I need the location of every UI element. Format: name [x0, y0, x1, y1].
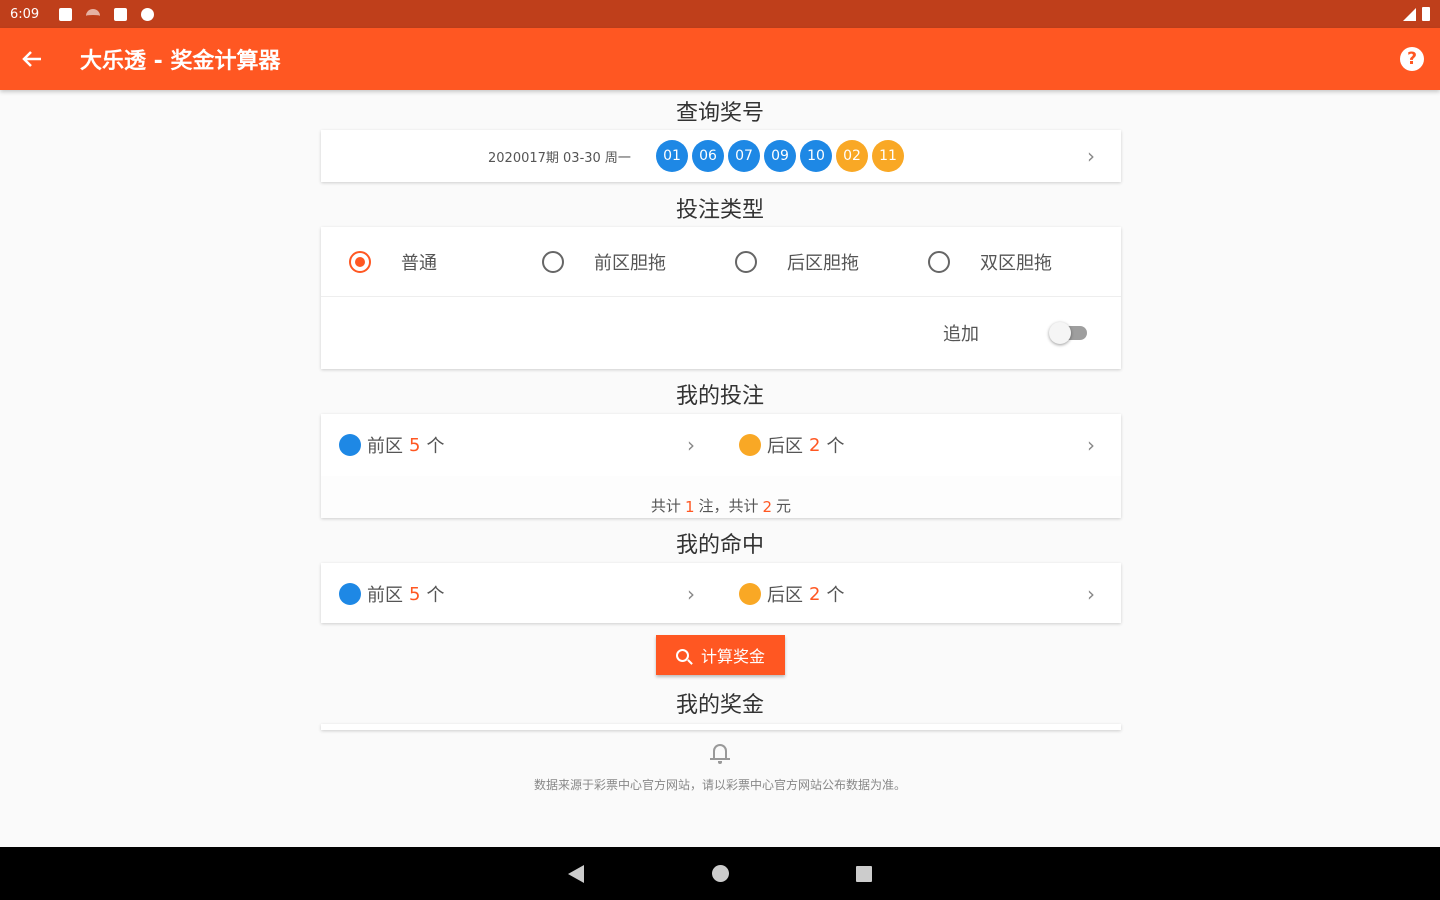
status-bar: 6:09 [0, 0, 1440, 28]
zone-unit: 个 [826, 585, 845, 606]
help-icon[interactable]: ? [1400, 47, 1424, 71]
zone-count: 2 [809, 434, 821, 456]
zone-label: 后区 [767, 585, 803, 606]
front-zone-dot-icon [339, 434, 361, 456]
bet-total-summary: 共计 1 注，共计 2 元 [321, 476, 1121, 518]
my-prize-card [321, 724, 1121, 730]
radio-unchecked-icon[interactable] [735, 250, 757, 273]
chevron-right-icon: › [687, 433, 695, 457]
status-time: 6:09 [10, 6, 40, 22]
total-mid: 注，共计 [698, 497, 759, 515]
back-zone-dot-icon [739, 434, 761, 456]
draw-result-card[interactable]: 2020017期 03-30 周一 01 06 07 09 10 02 11 › [321, 130, 1121, 182]
my-bet-zone-row: 前区 5 个 › 后区 2 个 › [321, 414, 1121, 476]
bet-type-radio-group: 普通 前区胆拖 后区胆拖 双区胆拖 [321, 227, 1121, 297]
my-hit-back-zone[interactable]: 后区 2 个 › [721, 563, 1121, 625]
chevron-right-icon: › [1087, 433, 1095, 457]
draw-balls: 01 06 07 09 10 02 11 [656, 140, 904, 172]
app-bar: 大乐透 - 奖金计算器 ? [0, 28, 1440, 90]
radio-checked-icon[interactable] [349, 250, 371, 273]
zone-count: 5 [409, 583, 421, 605]
zone-label: 后区 [767, 436, 803, 457]
back-arrow-icon[interactable] [0, 28, 64, 90]
zone-label: 前区 [367, 585, 403, 606]
my-hit-card: 前区 5 个 › 后区 2 个 › [321, 563, 1121, 623]
radio-label: 前区胆拖 [594, 252, 666, 274]
total-bets: 1 [684, 498, 695, 516]
total-amount: 2 [762, 498, 773, 516]
notification-icon [59, 7, 73, 21]
my-hit-zone-row: 前区 5 个 › 后区 2 个 › [321, 563, 1121, 625]
addon-label: 追加 [943, 324, 979, 345]
addon-toggle[interactable] [1049, 321, 1089, 345]
nav-recents-button[interactable] [792, 847, 936, 900]
radio-option-back-banker[interactable]: 后区胆拖 [735, 249, 928, 275]
total-suffix: 元 [776, 497, 792, 515]
front-ball: 01 [656, 140, 688, 172]
sd-card-icon [114, 7, 128, 21]
my-hit-front-zone[interactable]: 前区 5 个 › [321, 563, 721, 625]
front-ball: 07 [728, 140, 760, 172]
radio-option-front-banker[interactable]: 前区胆拖 [542, 249, 735, 275]
bell-icon [710, 742, 730, 764]
chevron-right-icon: › [687, 582, 695, 606]
calculate-prize-label: 计算奖金 [700, 647, 765, 666]
zone-label: 前区 [367, 436, 403, 457]
nav-recents-icon [856, 865, 872, 882]
nav-home-icon [711, 865, 729, 882]
app-notification-icon [141, 7, 155, 21]
section-title-my-bet: 我的投注 [675, 384, 764, 409]
radio-label: 后区胆拖 [787, 252, 859, 274]
page-title: 大乐透 - 奖金计算器 [80, 49, 281, 74]
radio-option-normal[interactable]: 普通 [349, 249, 542, 275]
back-ball: 11 [872, 140, 904, 172]
back-ball: 02 [836, 140, 868, 172]
wifi-icon [86, 9, 101, 19]
disclaimer-text: 数据来源于彩票中心官方网站，请以彩票中心官方网站公布数据为准。 [533, 778, 906, 792]
draw-info: 2020017期 03-30 周一 [488, 150, 631, 166]
my-bet-card: 前区 5 个 › 后区 2 个 › 共计 1 注，共计 2 元 [321, 414, 1121, 518]
my-bet-front-zone[interactable]: 前区 5 个 › [321, 414, 721, 476]
nav-home-button[interactable] [648, 847, 792, 900]
zone-count: 2 [809, 583, 821, 605]
radio-label: 双区胆拖 [980, 252, 1052, 274]
calculate-prize-button[interactable]: 计算奖金 [656, 635, 785, 675]
zone-unit: 个 [426, 436, 445, 457]
bell-base [710, 758, 730, 760]
addon-row: 追加 [321, 297, 1121, 369]
nav-back-button[interactable] [504, 847, 648, 900]
front-zone-dot-icon [339, 583, 361, 605]
system-nav-bar [0, 847, 1440, 900]
radio-label: 普通 [401, 252, 437, 274]
back-zone-dot-icon [739, 583, 761, 605]
radio-option-dual-banker[interactable]: 双区胆拖 [928, 249, 1121, 275]
my-bet-back-zone[interactable]: 后区 2 个 › [721, 414, 1121, 476]
total-prefix: 共计 [650, 497, 681, 515]
front-ball: 10 [800, 140, 832, 172]
section-title-query: 查询奖号 [675, 101, 764, 126]
front-ball: 09 [764, 140, 796, 172]
battery-icon [1422, 7, 1430, 21]
toggle-thumb [1049, 322, 1071, 344]
section-title-my-prize: 我的奖金 [675, 693, 764, 718]
signal-icon [1403, 7, 1416, 21]
radio-unchecked-icon[interactable] [542, 250, 564, 273]
section-title-my-hit: 我的命中 [675, 533, 764, 558]
chevron-right-icon: › [1087, 582, 1095, 606]
zone-count: 5 [409, 434, 421, 456]
zone-unit: 个 [826, 436, 845, 457]
nav-back-icon [568, 864, 584, 883]
front-ball: 06 [692, 140, 724, 172]
bell-clapper [718, 761, 722, 764]
zone-unit: 个 [426, 585, 445, 606]
bet-type-card: 普通 前区胆拖 后区胆拖 双区胆拖 追加 [321, 227, 1121, 369]
chevron-right-icon: › [1087, 144, 1095, 168]
search-icon [675, 648, 689, 662]
bell-body [713, 744, 727, 759]
radio-unchecked-icon[interactable] [928, 250, 950, 273]
section-title-bet-type: 投注类型 [675, 198, 764, 223]
